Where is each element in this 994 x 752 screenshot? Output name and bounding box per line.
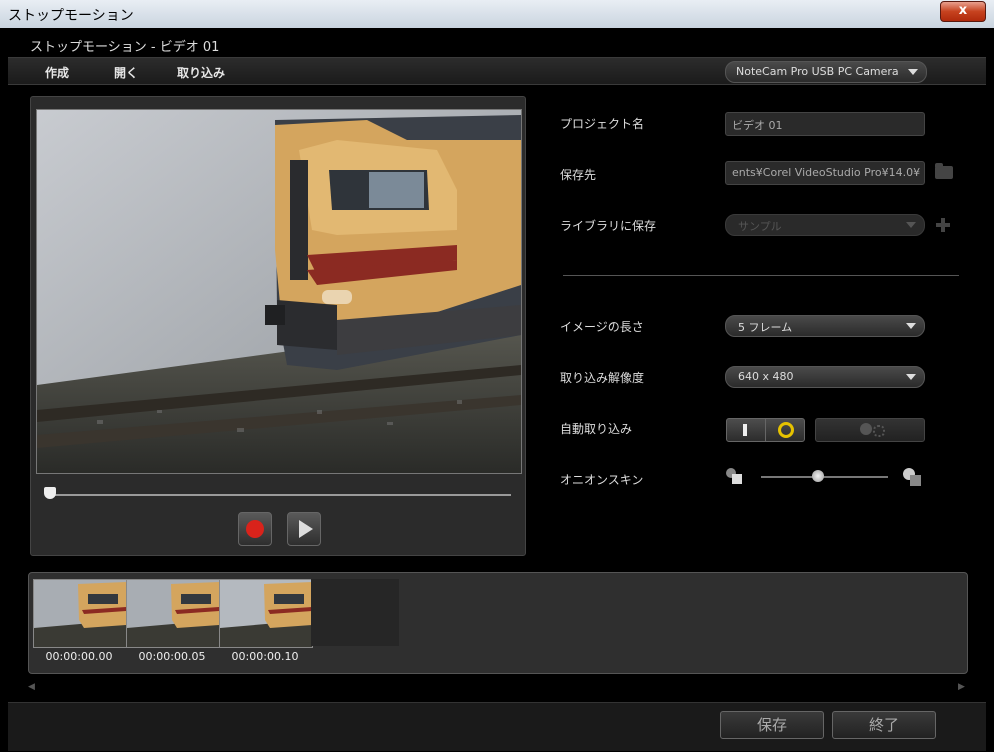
onion-skin-slider[interactable] — [761, 476, 888, 478]
capture-resolution-label: 取り込み解像度 — [560, 371, 645, 385]
frame-thumbnail[interactable] — [33, 579, 127, 648]
image-length-value: 5 フレーム — [738, 321, 793, 334]
chevron-down-icon — [906, 323, 916, 329]
onion-skin-min-icon — [726, 468, 742, 484]
chevron-down-icon — [908, 69, 918, 75]
window-titlebar: ストップモーション x — [0, 0, 994, 29]
record-icon — [246, 520, 264, 538]
frame-thumbnail[interactable] — [219, 579, 313, 648]
gear-icon — [873, 425, 885, 437]
auto-capture-off-toggle[interactable] — [726, 418, 766, 442]
menu-import[interactable]: 取り込み — [177, 64, 225, 81]
scrubber-handle[interactable] — [44, 487, 56, 499]
project-name-label: プロジェクト名 — [560, 117, 645, 131]
save-to-label: 保存先 — [560, 168, 597, 182]
save-library-label: ライブラリに保存 — [560, 219, 657, 233]
play-button[interactable] — [287, 512, 321, 546]
frame-timecode: 00:00:00.10 — [231, 650, 299, 663]
toggle-off-icon — [743, 424, 747, 436]
auto-capture-label: 自動取り込み — [560, 422, 633, 436]
onion-skin-label: オニオンスキン — [560, 473, 644, 487]
menu-create[interactable]: 作成 — [45, 64, 69, 81]
folder-icon[interactable] — [935, 163, 953, 179]
timer-icon — [860, 423, 872, 435]
library-select: サンプル — [725, 214, 925, 236]
settings-divider — [563, 275, 959, 276]
record-button[interactable] — [238, 512, 272, 546]
image-length-select[interactable]: 5 フレーム — [725, 315, 925, 337]
save-path-value: ents¥Corel VideoStudio Pro¥14.0¥ — [732, 166, 921, 179]
onion-skin-max-icon — [903, 468, 921, 486]
image-length-label: イメージの長さ — [560, 320, 644, 334]
save-button[interactable]: 保存 — [720, 711, 824, 739]
page-title: ストップモーション - ビデオ 01 — [30, 40, 220, 55]
frame-thumbnail[interactable] — [126, 579, 220, 648]
preview-scrubber[interactable] — [45, 494, 511, 496]
chevron-down-icon — [906, 374, 916, 380]
camera-select-value: NoteCam Pro USB PC Camera — [736, 65, 899, 78]
frame-timecode: 00:00:00.05 — [138, 650, 206, 663]
auto-capture-on-toggle[interactable] — [765, 418, 805, 442]
finish-button[interactable]: 終了 — [832, 711, 936, 739]
resolution-select[interactable]: 640 x 480 — [725, 366, 925, 388]
menu-open[interactable]: 開く — [114, 64, 138, 81]
close-icon: x — [958, 3, 968, 18]
frame-timecode: 00:00:00.00 — [45, 650, 113, 663]
camera-select[interactable]: NoteCam Pro USB PC Camera — [725, 61, 927, 83]
empty-frame-slot — [311, 579, 399, 646]
close-button[interactable]: x — [940, 1, 986, 22]
chevron-down-icon — [906, 222, 916, 228]
play-icon — [299, 520, 313, 538]
plus-icon — [936, 218, 950, 232]
timer-settings-button — [815, 418, 925, 442]
project-name-field[interactable]: ビデオ 01 — [725, 112, 925, 136]
project-name-value: ビデオ 01 — [732, 119, 783, 132]
camera-preview — [36, 109, 522, 474]
scroll-right-icon[interactable]: ▶ — [958, 682, 965, 692]
save-path-field[interactable]: ents¥Corel VideoStudio Pro¥14.0¥ — [725, 161, 925, 185]
resolution-value: 640 x 480 — [738, 370, 794, 383]
frame-timeline: 00:00:00.00 00:00:00.05 00:00:00.10 — [28, 572, 968, 674]
scroll-left-icon[interactable]: ◀ — [28, 682, 35, 692]
preview-panel — [30, 96, 526, 556]
toggle-on-icon — [778, 422, 794, 438]
library-select-value: サンプル — [738, 220, 782, 233]
window-title: ストップモーション — [8, 8, 134, 24]
